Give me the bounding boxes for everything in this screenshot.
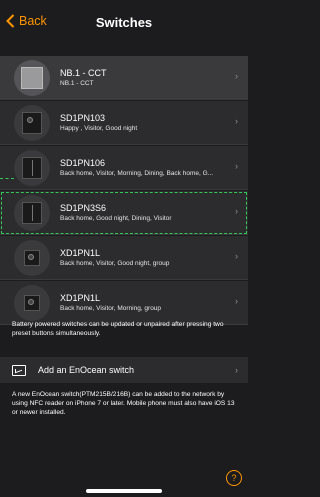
switch-row-sd1pn106[interactable]: SD1PN106 Back home, Visitor, Morning, Di… <box>0 146 248 190</box>
switch-icon <box>14 104 50 141</box>
switch-small-icon <box>14 239 50 276</box>
switch-row-xd1pn1l-2[interactable]: XD1PN1L Back home, Visitor, Morning, gro… <box>0 281 248 325</box>
switch-name: XD1PN1L <box>60 292 101 303</box>
chevron-right-icon: › <box>235 365 238 375</box>
switch-scenes: Happy , Visitor, Good night <box>60 124 138 132</box>
panel-light-icon <box>14 59 50 96</box>
switch-scenes: Back home, Visitor, Morning, Dining, Bac… <box>60 169 214 177</box>
switch-name: NB.1 - CCT <box>60 67 107 78</box>
add-enocean-switch-button[interactable]: Add an EnOcean switch › <box>0 357 248 383</box>
switch-row-nb1-cct[interactable]: NB.1 - CCT NB.1 - CCT › <box>0 56 248 100</box>
home-indicator <box>86 489 162 493</box>
switch-scenes: Back home, Good night, Dining, Visitor <box>60 214 172 222</box>
navigation-bar: Back Switches <box>0 8 248 36</box>
help-button[interactable]: ? <box>226 470 242 486</box>
switch-name: XD1PN1L <box>60 247 101 258</box>
switch-name: SD1PN106 <box>60 157 106 168</box>
chevron-right-icon: › <box>235 116 238 126</box>
selection-connector <box>0 178 14 179</box>
switch-scenes: Back home, Visitor, Good night, group <box>60 259 170 267</box>
switch-icon <box>14 194 50 231</box>
switch-row-sd1pn3s6[interactable]: SD1PN3S6 Back home, Good night, Dining, … <box>0 191 248 235</box>
switch-name: SD1PN103 <box>60 112 106 123</box>
chevron-right-icon: › <box>235 71 238 81</box>
add-switch-label: Add an EnOcean switch <box>38 365 135 375</box>
chevron-right-icon: › <box>235 251 238 261</box>
enocean-note: A new EnOcean switch(PTM215B/216B) can b… <box>12 391 235 416</box>
switch-name: SD1PN3S6 <box>60 202 107 213</box>
switch-list: NB.1 - CCT NB.1 - CCT › SD1PN103 Happy ,… <box>0 56 248 326</box>
battery-note: Battery powered switches can be updated … <box>12 321 224 337</box>
switch-row-sd1pn103[interactable]: SD1PN103 Happy , Visitor, Good night › <box>0 101 248 145</box>
page-title: Switches <box>95 15 153 30</box>
switch-row-xd1pn1l-1[interactable]: XD1PN1L Back home, Visitor, Good night, … <box>0 236 248 280</box>
switch-scenes: NB.1 - CCT <box>60 79 94 87</box>
switch-scenes: Back home, Visitor, Morning, group <box>60 304 162 312</box>
nfc-switch-icon <box>12 364 26 376</box>
chevron-right-icon: › <box>235 161 238 171</box>
switch-icon <box>14 149 50 186</box>
chevron-right-icon: › <box>235 206 238 216</box>
chevron-right-icon: › <box>235 296 238 306</box>
switch-small-icon <box>14 284 50 321</box>
